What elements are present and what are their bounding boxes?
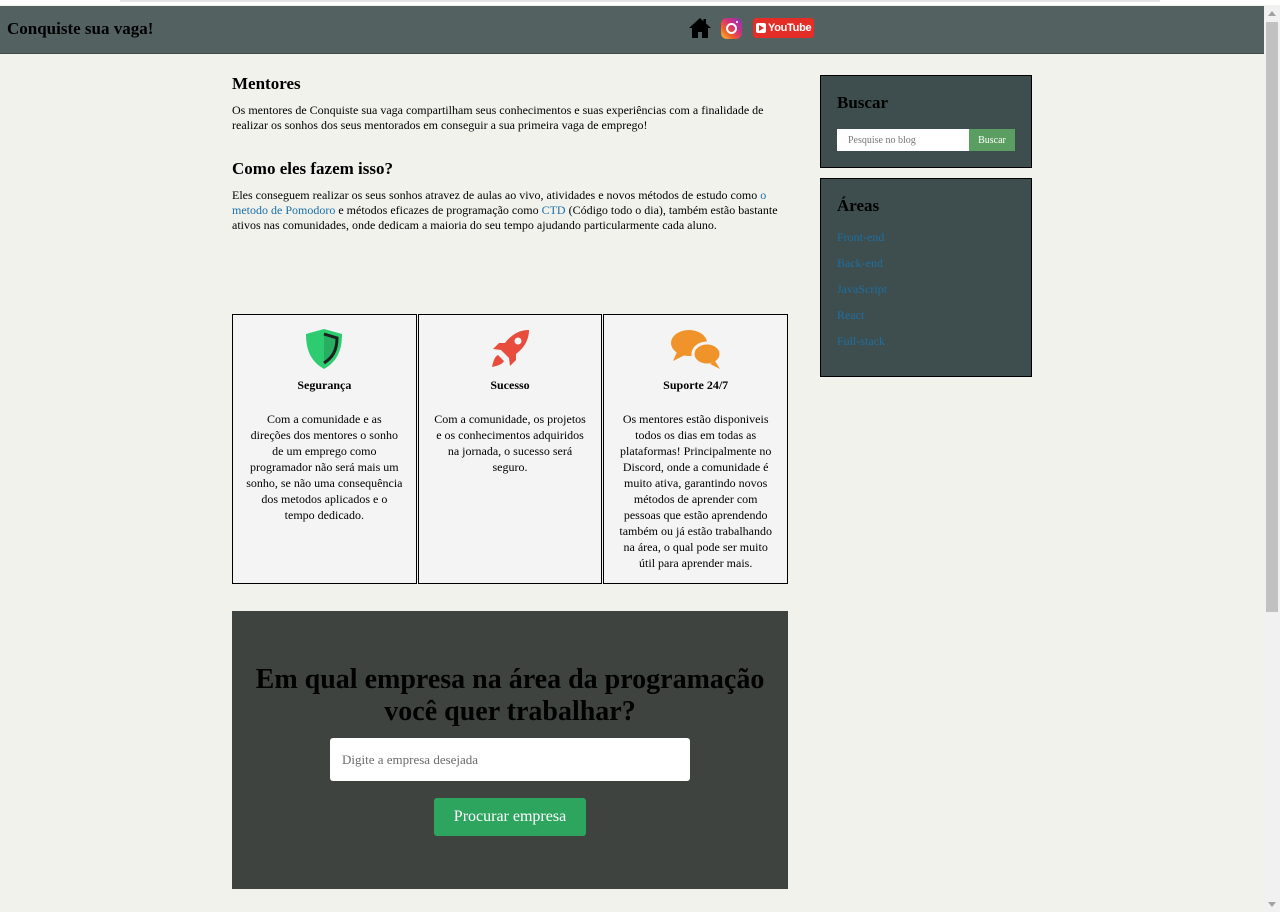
site-header: Conquiste sua vaga! YouTube [0,6,1264,54]
scrollbar-thumb[interactable] [1266,22,1278,612]
list-item: JavaScript [837,283,887,296]
rocket-icon [492,330,529,367]
list-item: React [837,309,887,322]
area-link-full-stack[interactable]: Full-stack [837,334,885,348]
company-search-input[interactable] [330,738,690,781]
areas-widget-title: Áreas [837,196,880,215]
feature-text: Com a comunidade, os projetos e os conhe… [434,412,586,474]
home-icon[interactable] [688,17,712,39]
address-bar-edge [120,0,1160,2]
blog-search-widget: Buscar Buscar [820,75,1032,168]
list-item: Front-end [837,231,887,244]
scroll-up-arrow-icon[interactable] [1268,11,1276,16]
feature-title: Segurança [297,378,352,392]
blog-search-input[interactable] [837,129,969,151]
search-company-button[interactable]: Procurar empresa [434,798,586,836]
chat-bubbles-icon [670,330,723,369]
area-link-javascript[interactable]: JavaScript [837,282,887,296]
feature-title: Suporte 24/7 [663,378,729,392]
search-widget-title: Buscar [837,93,888,112]
main-content: Mentores Os mentores de Conquiste sua va… [232,74,788,233]
section-text-como: Eles conseguem realizar os seus sonhos a… [232,188,788,233]
youtube-play-icon [756,23,766,33]
youtube-label: YouTube [768,22,812,34]
company-search-section: Em qual empresa na área da programação v… [232,611,788,889]
text-fragment: e métodos eficazes de programação como [335,203,542,217]
areas-widget: Áreas Front-end Back-end JavaScript Reac… [820,178,1032,377]
shield-icon [306,329,343,369]
feature-title: Sucesso [490,378,530,392]
area-link-back-end[interactable]: Back-end [837,256,883,270]
area-link-front-end[interactable]: Front-end [837,230,884,244]
list-item: Full-stack [837,335,887,348]
youtube-button[interactable]: YouTube [753,18,815,38]
feature-text: Com a comunidade e as direções dos mento… [246,412,403,522]
ctd-link[interactable]: CTD [542,203,566,217]
areas-list: Front-end Back-end JavaScript React Full… [837,231,887,361]
list-item: Back-end [837,257,887,270]
social-links: YouTube [688,17,815,39]
feature-card-suporte: Suporte 24/7 Os mentores estão disponive… [603,314,789,584]
features-grid: Segurança Com a comunidade e as direções… [232,314,789,584]
section-title-como: Como eles fazem isso? [232,159,393,178]
feature-card-sucesso: Sucesso Com a comunidade, os projetos e … [417,314,603,584]
page-scrollbar[interactable] [1264,6,1280,912]
scroll-down-arrow-icon[interactable] [1268,902,1276,907]
browser-top-strip [0,0,1280,5]
feature-text: Os mentores estão disponiveis todos os d… [619,412,772,570]
section-text-mentores: Os mentores de Conquiste sua vaga compar… [232,103,764,132]
instagram-icon[interactable] [721,17,742,39]
blog-search-button[interactable]: Buscar [969,129,1015,151]
site-brand[interactable]: Conquiste sua vaga! [7,19,153,39]
section-title-mentores: Mentores [232,74,301,93]
text-fragment: Eles conseguem realizar os seus sonhos a… [232,188,761,202]
feature-card-seguranca: Segurança Com a comunidade e as direções… [232,314,417,584]
area-link-react[interactable]: React [837,308,864,322]
cta-title: Em qual empresa na área da programação v… [255,664,765,727]
